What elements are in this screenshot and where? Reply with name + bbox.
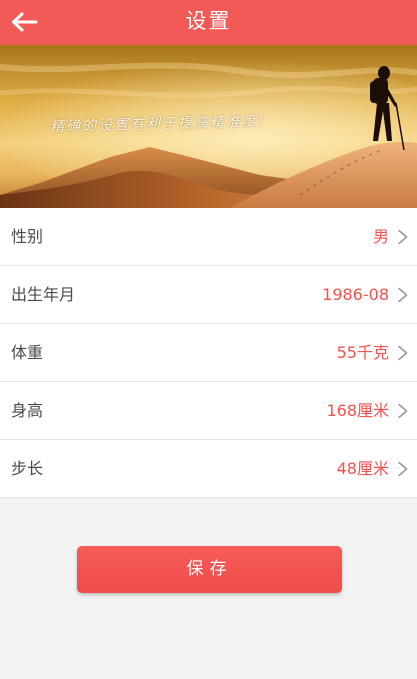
save-button[interactable]: 保存	[77, 546, 342, 593]
chevron-right-icon	[398, 345, 408, 361]
row-label: 性别	[11, 227, 44, 246]
row-label: 体重	[11, 343, 44, 362]
chevron-right-icon	[398, 229, 408, 245]
row-label: 出生年月	[11, 285, 76, 304]
stride-row[interactable]: 步长 48厘米	[0, 440, 417, 498]
chevron-right-icon	[398, 461, 408, 477]
chevron-right-icon	[398, 287, 408, 303]
height-row[interactable]: 身高 168厘米	[0, 382, 417, 440]
settings-screen: 设置 精确的设置有利于提高精准度! 性别 男 出生年月 1986-08 体重 5…	[0, 0, 417, 679]
settings-list: 性别 男 出生年月 1986-08 体重 55千克 身高 168厘米 步长 48…	[0, 208, 417, 498]
row-value: 168厘米	[326, 401, 389, 420]
row-label: 身高	[11, 401, 44, 420]
chevron-right-icon	[398, 403, 408, 419]
banner-image: 精确的设置有利于提高精准度!	[0, 45, 417, 208]
row-value: 48厘米	[336, 459, 389, 478]
row-value: 男	[372, 227, 389, 246]
page-title: 设置	[185, 9, 232, 33]
birth-date-row[interactable]: 出生年月 1986-08	[0, 266, 417, 324]
row-value: 1986-08	[322, 285, 389, 304]
title-bar: 设置	[0, 0, 417, 45]
weight-row[interactable]: 体重 55千克	[0, 324, 417, 382]
row-value: 55千克	[336, 343, 389, 362]
gender-row[interactable]: 性别 男	[0, 208, 417, 266]
row-label: 步长	[11, 459, 44, 478]
